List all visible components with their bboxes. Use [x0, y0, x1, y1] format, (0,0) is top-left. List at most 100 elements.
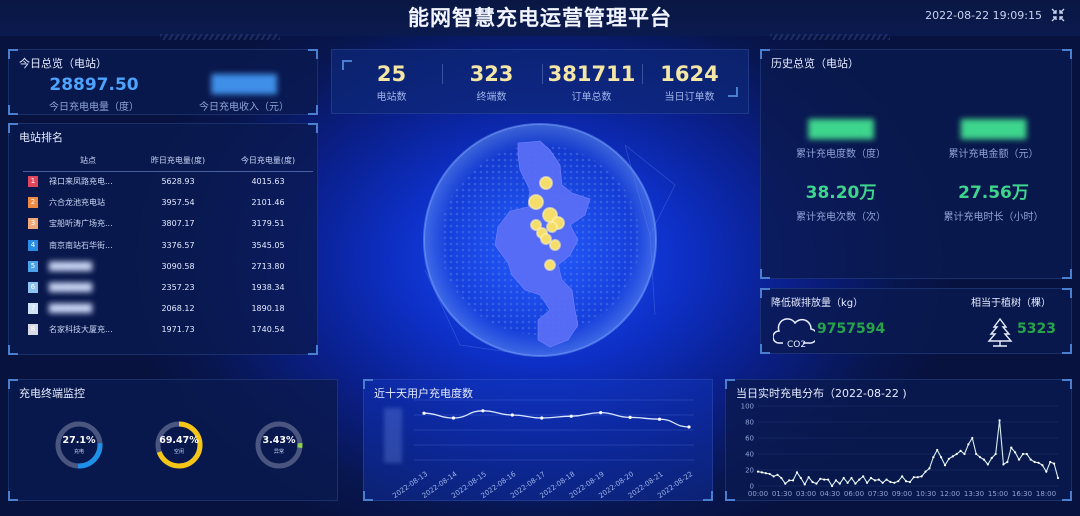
terminal-status-donut[interactable]: 69.47% 空闲 [154, 420, 204, 470]
data-point[interactable] [510, 413, 514, 417]
data-point[interactable] [928, 467, 931, 470]
data-point[interactable] [1017, 458, 1021, 461]
data-point[interactable] [971, 436, 974, 440]
data-point[interactable] [823, 478, 826, 481]
data-point[interactable] [657, 417, 662, 421]
data-point[interactable] [978, 456, 982, 459]
table-row[interactable]: 2 六合龙池充电站 3957.54 2101.46 [23, 192, 313, 213]
station-point[interactable] [549, 239, 561, 251]
data-point[interactable] [955, 452, 958, 456]
data-point[interactable] [1037, 461, 1040, 464]
terminal-status-donut[interactable]: 3.43% 异常 [254, 420, 304, 470]
data-point[interactable] [850, 476, 853, 480]
data-point[interactable] [569, 414, 573, 418]
data-point[interactable] [893, 481, 896, 484]
data-point[interactable] [799, 476, 802, 480]
data-point[interactable] [1049, 460, 1052, 464]
data-point[interactable] [815, 482, 818, 485]
data-point[interactable] [862, 475, 865, 478]
data-point[interactable] [916, 476, 919, 479]
data-point[interactable] [830, 484, 834, 488]
data-point[interactable] [628, 415, 632, 419]
data-point[interactable] [897, 480, 900, 483]
data-point[interactable] [967, 443, 970, 446]
data-point[interactable] [842, 476, 845, 480]
data-point[interactable] [807, 476, 810, 479]
data-point[interactable] [901, 475, 904, 478]
data-point[interactable] [994, 452, 997, 456]
station-point[interactable] [528, 194, 544, 210]
data-point[interactable] [975, 452, 978, 456]
data-point[interactable] [481, 409, 485, 413]
data-point[interactable] [776, 473, 779, 476]
data-point[interactable] [963, 452, 966, 456]
data-point[interactable] [932, 456, 935, 459]
data-point[interactable] [924, 470, 927, 473]
data-point[interactable] [760, 471, 763, 474]
data-point[interactable] [451, 416, 456, 420]
station-point[interactable] [540, 233, 552, 245]
data-point[interactable] [819, 477, 822, 480]
data-point[interactable] [687, 425, 691, 429]
data-point[interactable] [858, 478, 861, 481]
data-point[interactable] [1014, 451, 1017, 454]
data-point[interactable] [904, 480, 908, 483]
data-point[interactable] [998, 419, 1001, 422]
data-point[interactable] [947, 457, 951, 460]
data-point[interactable] [540, 416, 544, 420]
data-point[interactable] [990, 456, 993, 460]
data-point[interactable] [772, 475, 775, 478]
data-point[interactable] [885, 478, 888, 481]
data-point[interactable] [986, 463, 989, 466]
data-point[interactable] [920, 475, 923, 478]
data-point[interactable] [834, 479, 838, 482]
station-point[interactable] [539, 176, 553, 190]
data-point[interactable] [873, 479, 876, 482]
data-point[interactable] [756, 470, 760, 473]
data-point[interactable] [951, 455, 954, 458]
data-point[interactable] [889, 480, 892, 484]
data-point[interactable] [827, 478, 830, 481]
table-row[interactable]: 4 南京南站石华街... 3376.57 3545.05 [23, 235, 313, 256]
data-point[interactable] [838, 482, 841, 485]
data-point[interactable] [1029, 458, 1032, 461]
data-point[interactable] [877, 478, 880, 481]
data-point[interactable] [982, 458, 986, 461]
data-point[interactable] [780, 476, 783, 480]
data-point[interactable] [1033, 460, 1036, 464]
table-row[interactable]: 6 ███████ 2357.23 1938.34 [23, 277, 313, 298]
data-point[interactable] [940, 456, 943, 459]
data-point[interactable] [1006, 460, 1009, 464]
data-point[interactable] [791, 479, 795, 482]
data-point[interactable] [943, 464, 947, 467]
data-point[interactable] [1021, 452, 1025, 456]
data-point[interactable] [784, 482, 787, 485]
data-point[interactable] [908, 480, 912, 484]
fullscreen-toggle-button[interactable] [1050, 7, 1066, 23]
table-row[interactable]: 5 ███████ 3090.58 2713.80 [23, 256, 313, 277]
data-point[interactable] [1002, 463, 1005, 466]
table-row[interactable]: 7 ███████ 2068.12 1890.18 [23, 298, 313, 319]
station-point[interactable] [544, 259, 556, 271]
data-point[interactable] [865, 481, 869, 484]
map-area[interactable] [400, 115, 680, 375]
data-point[interactable] [422, 411, 426, 415]
data-point[interactable] [599, 411, 603, 415]
data-point[interactable] [788, 479, 791, 482]
data-point[interactable] [1041, 464, 1044, 467]
data-point[interactable] [959, 449, 962, 452]
data-point[interactable] [912, 476, 915, 479]
table-row[interactable]: 3 宝船听涛广场充... 3807.17 3179.51 [23, 213, 313, 234]
data-point[interactable] [936, 448, 939, 452]
data-point[interactable] [1045, 470, 1048, 473]
data-point[interactable] [1010, 446, 1013, 449]
data-point[interactable] [869, 476, 873, 480]
data-point[interactable] [881, 481, 884, 484]
data-point[interactable] [846, 481, 849, 484]
data-point[interactable] [803, 483, 806, 486]
data-point[interactable] [811, 480, 814, 484]
table-row[interactable]: 1 禄口来凤路充电... 5628.93 4015.63 [23, 171, 313, 192]
data-point[interactable] [1025, 452, 1028, 456]
data-point[interactable] [1053, 462, 1056, 465]
table-row[interactable]: 8 名家科技大厦充... 1971.73 1740.54 [23, 319, 313, 340]
